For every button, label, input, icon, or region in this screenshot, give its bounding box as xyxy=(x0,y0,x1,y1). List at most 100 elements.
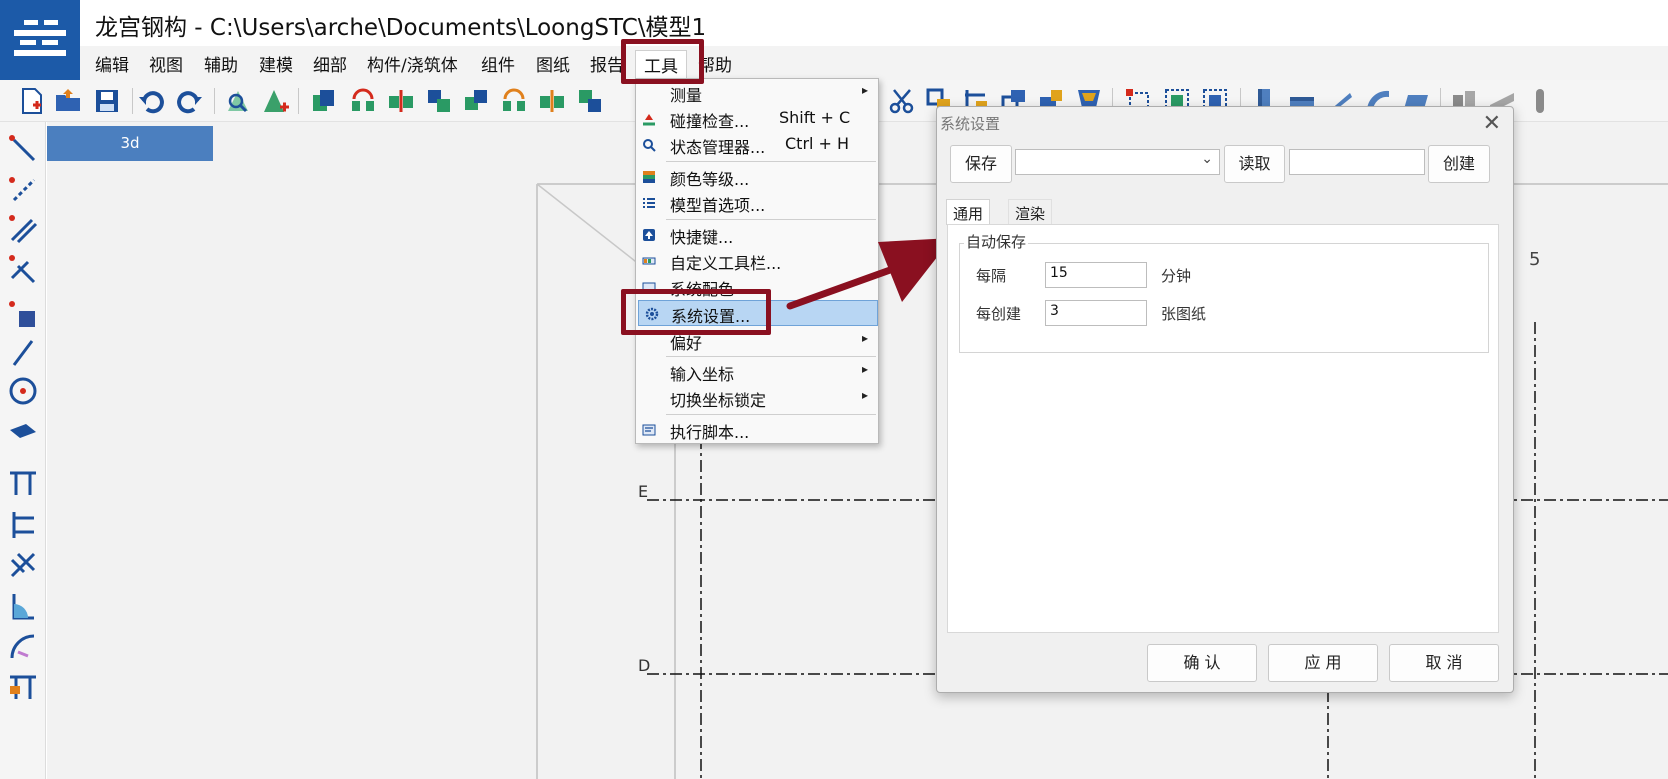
move-icon[interactable] xyxy=(425,87,453,115)
gridline-icon[interactable] xyxy=(8,468,38,498)
save-button[interactable]: 保存 xyxy=(950,145,1012,183)
highlight-tools-menu xyxy=(621,39,704,84)
undo-icon[interactable] xyxy=(138,87,166,115)
toolbar-icon xyxy=(642,257,656,265)
circle-icon[interactable] xyxy=(8,376,38,406)
menu-item-color-levels[interactable]: 颜色等级... xyxy=(636,164,878,190)
toolbar-separator xyxy=(298,88,299,114)
menu-item-status-manager[interactable]: 状态管理器... Ctrl + H xyxy=(636,132,878,158)
inspect-icon[interactable] xyxy=(224,87,252,115)
read-button[interactable]: 读取 xyxy=(1224,145,1285,183)
grid-offset-icon[interactable] xyxy=(8,672,38,702)
menu-separator xyxy=(666,161,876,162)
cut-icon[interactable] xyxy=(888,87,916,115)
redo-icon[interactable] xyxy=(175,87,203,115)
menu-item-run-script[interactable]: 执行脚本... xyxy=(636,417,878,443)
menu-edit[interactable]: 编辑 xyxy=(95,51,129,76)
cancel-button[interactable]: 取 消 xyxy=(1389,644,1499,682)
grid-label-5: 5 xyxy=(1529,249,1541,270)
move-copy-icon[interactable] xyxy=(576,87,604,115)
menu-detailing[interactable]: 细部 xyxy=(313,51,347,76)
autosave-interval-input[interactable]: 15 xyxy=(1045,262,1147,288)
toolbar-separator xyxy=(132,88,133,114)
move-mirror-icon[interactable] xyxy=(538,87,566,115)
menu-item-collision-check[interactable]: 碰撞检查... Shift + C xyxy=(636,106,878,132)
autosave-group-title: 自动保存 xyxy=(964,231,1029,252)
copy-rotate-icon[interactable] xyxy=(349,87,377,115)
chevron-down-icon: ⌄ xyxy=(1201,151,1213,167)
move-special-icon[interactable] xyxy=(462,87,490,115)
submenu-arrow-icon: ▸ xyxy=(861,331,868,345)
grid-label-d: D xyxy=(638,656,651,675)
app-logo xyxy=(0,0,80,80)
menu-drawings[interactable]: 图纸 xyxy=(536,51,570,76)
annotation-arrow-icon xyxy=(786,238,952,310)
menu-assist[interactable]: 辅助 xyxy=(204,51,238,76)
apply-button[interactable]: 应 用 xyxy=(1268,644,1378,682)
menu-bar: 编辑 视图 辅助 建模 细部 构件/浇筑体 组件 图纸 报告 工具 帮助 xyxy=(80,46,1668,80)
slash-line-icon[interactable] xyxy=(8,338,38,368)
system-settings-dialog: 系统设置 ✕ 保存 ⌄ 读取 创建 通用 渲染 自动保存 每隔 15 分钟 每创… xyxy=(936,106,1514,693)
shortcut-icon xyxy=(643,229,655,241)
drawings-label: 每创建 xyxy=(976,305,1022,323)
menu-separator xyxy=(666,356,876,357)
move-rotate-icon[interactable] xyxy=(500,87,528,115)
ok-button[interactable]: 确 认 xyxy=(1147,644,1257,682)
open-folder-icon[interactable] xyxy=(54,87,82,115)
dashed-line-icon[interactable] xyxy=(8,174,38,204)
title-bar: 龙宫钢构 - C:\Users\arche\Documents\LoongSTC… xyxy=(80,0,1668,46)
script-icon xyxy=(642,424,656,436)
grid-label-e: E xyxy=(638,482,649,501)
color-levels-icon xyxy=(643,171,655,183)
magnifier-icon xyxy=(643,139,656,152)
interval-label: 每隔 xyxy=(976,267,1007,285)
tab-general[interactable]: 通用 xyxy=(946,199,991,225)
line-icon[interactable] xyxy=(8,134,38,164)
window-title: 龙宫钢构 - C:\Users\arche\Documents\LoongSTC… xyxy=(95,15,707,41)
polygon-plane-icon[interactable] xyxy=(8,416,38,446)
add-point-icon[interactable] xyxy=(262,87,290,115)
logo-icon xyxy=(14,20,66,56)
highlight-system-settings xyxy=(621,289,771,335)
autosave-group xyxy=(959,243,1489,353)
close-icon[interactable]: ✕ xyxy=(1483,111,1501,136)
submenu-arrow-icon: ▸ xyxy=(861,83,868,97)
copy-mirror-icon[interactable] xyxy=(387,87,415,115)
angle-icon[interactable] xyxy=(8,592,38,622)
drawings-unit: 张图纸 xyxy=(1161,305,1207,323)
menu-parts[interactable]: 构件/浇筑体 xyxy=(367,51,458,76)
arc-icon[interactable] xyxy=(8,632,38,662)
menu-view[interactable]: 视图 xyxy=(149,51,183,76)
perpendicular-line-icon[interactable] xyxy=(8,254,38,284)
interval-unit: 分钟 xyxy=(1161,267,1192,285)
grid-frame-icon[interactable] xyxy=(8,510,38,540)
toolbar-separator xyxy=(214,88,215,114)
menu-item-model-preferences[interactable]: 模型首选项... xyxy=(636,190,878,216)
menu-components[interactable]: 组件 xyxy=(481,51,515,76)
collision-icon xyxy=(643,114,655,126)
menu-modeling[interactable]: 建模 xyxy=(259,51,293,76)
list-icon xyxy=(643,198,655,208)
copy-icon[interactable] xyxy=(310,87,338,115)
autosave-drawings-input[interactable]: 3 xyxy=(1045,300,1147,326)
parallel-lines-icon[interactable] xyxy=(8,214,38,244)
view-tab-3d[interactable]: 3d xyxy=(47,126,213,161)
new-file-icon[interactable] xyxy=(18,87,46,115)
save-icon[interactable] xyxy=(93,87,121,115)
general-tab-panel: 自动保存 每隔 15 分钟 每创建 3 张图纸 xyxy=(947,224,1499,633)
submenu-arrow-icon: ▸ xyxy=(861,362,868,376)
menu-reports[interactable]: 报告 xyxy=(590,51,624,76)
menu-separator xyxy=(666,414,876,415)
create-button[interactable]: 创建 xyxy=(1428,145,1490,183)
preset-select[interactable]: ⌄ xyxy=(1015,149,1220,175)
submenu-arrow-icon: ▸ xyxy=(861,388,868,402)
menu-item-input-coordinates[interactable]: 输入坐标 ▸ xyxy=(636,359,878,385)
dialog-title: 系统设置 xyxy=(940,115,1001,133)
concrete-pile-icon[interactable] xyxy=(1526,87,1554,115)
menu-separator xyxy=(666,219,876,220)
menu-item-toggle-coordinate-lock[interactable]: 切换坐标锁定 ▸ xyxy=(636,385,878,411)
rectangle-icon[interactable] xyxy=(8,300,38,330)
tab-render[interactable]: 渲染 xyxy=(1008,199,1053,225)
preset-name-input[interactable] xyxy=(1289,149,1425,175)
cross-grid-icon[interactable] xyxy=(8,550,38,580)
